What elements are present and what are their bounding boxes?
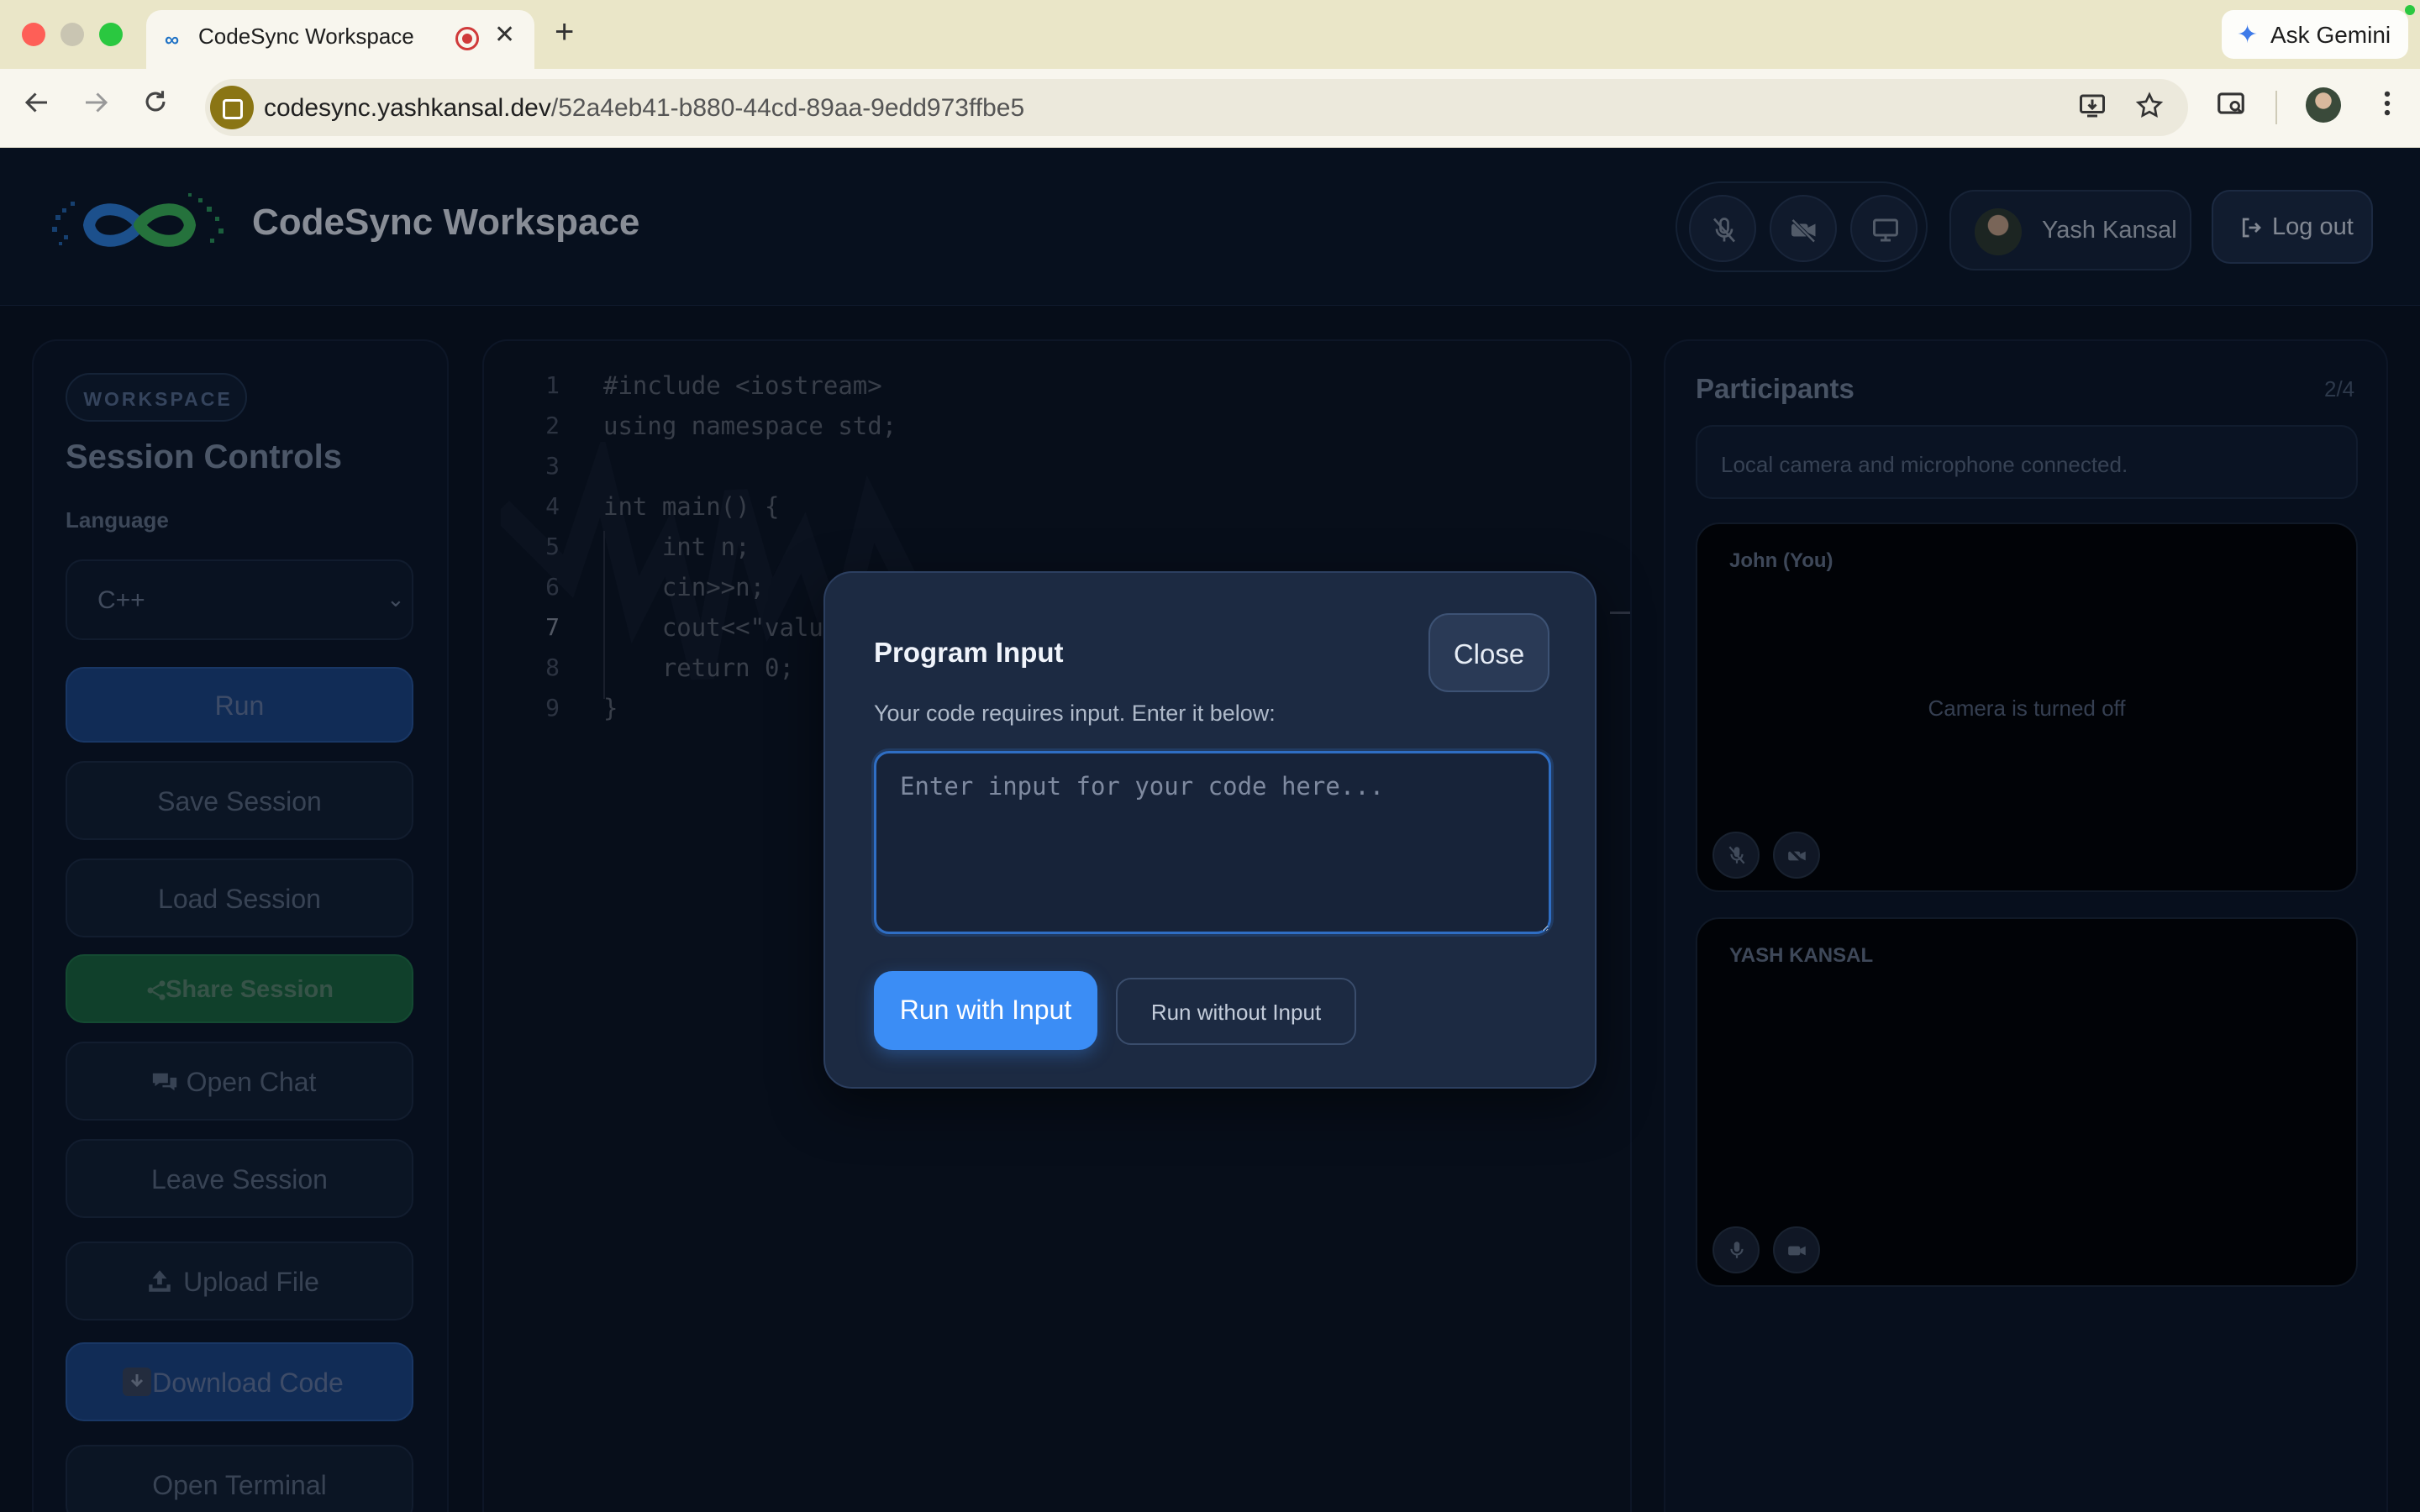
tab-title: CodeSync Workspace xyxy=(198,24,414,49)
toolbar-divider xyxy=(2275,91,2277,124)
url-text: codesync.yashkansal.dev/52a4eb41-b880-44… xyxy=(264,94,1025,122)
status-dot-icon xyxy=(2405,5,2415,15)
reload-icon[interactable] xyxy=(141,87,170,123)
address-bar[interactable]: codesync.yashkansal.dev/52a4eb41-b880-44… xyxy=(205,79,2188,136)
browser-tab-active[interactable]: ∞ CodeSync Workspace ✕ xyxy=(146,10,534,69)
more-menu-icon[interactable] xyxy=(2373,87,2402,127)
bookmark-star-icon[interactable] xyxy=(2134,91,2165,129)
run-without-input-button[interactable]: Run without Input xyxy=(1116,978,1356,1045)
window-close-button[interactable] xyxy=(22,23,45,46)
tab-search-icon[interactable] xyxy=(2215,87,2247,127)
new-tab-button[interactable]: + xyxy=(555,13,574,51)
run-with-input-label: Run with Input xyxy=(899,995,1072,1025)
infinity-favicon-icon: ∞ xyxy=(165,29,180,51)
browser-toolbar: codesync.yashkansal.dev/52a4eb41-b880-44… xyxy=(0,69,2420,148)
dialog-title: Program Input xyxy=(874,637,1064,668)
window-zoom-button[interactable] xyxy=(99,23,123,46)
dialog-description: Your code requires input. Enter it below… xyxy=(874,701,1276,726)
program-input-dialog: Program Input Close Your code requires i… xyxy=(823,571,1597,1089)
browser-tab-strip: ∞ CodeSync Workspace ✕ + ✦ Ask Gemini xyxy=(0,0,2420,69)
recording-indicator-icon xyxy=(455,27,479,50)
install-app-icon[interactable] xyxy=(2077,91,2107,129)
ask-gemini-label: Ask Gemini xyxy=(2270,22,2391,48)
camera-site-icon[interactable] xyxy=(210,86,254,129)
close-dialog-button[interactable]: Close xyxy=(1428,613,1549,692)
run-with-input-button[interactable]: Run with Input xyxy=(874,971,1097,1050)
close-tab-button[interactable]: ✕ xyxy=(494,20,515,50)
ask-gemini-button[interactable]: ✦ Ask Gemini xyxy=(2222,10,2408,59)
forward-arrow-icon[interactable] xyxy=(81,87,111,125)
close-label: Close xyxy=(1453,638,1525,669)
browser-profile-avatar[interactable] xyxy=(2306,87,2341,123)
window-minimize-button[interactable] xyxy=(60,23,84,46)
gemini-sparkle-icon: ✦ xyxy=(2237,21,2259,49)
back-arrow-icon[interactable] xyxy=(22,87,52,125)
program-input-field[interactable] xyxy=(874,751,1551,934)
run-without-input-label: Run without Input xyxy=(1150,1000,1322,1025)
